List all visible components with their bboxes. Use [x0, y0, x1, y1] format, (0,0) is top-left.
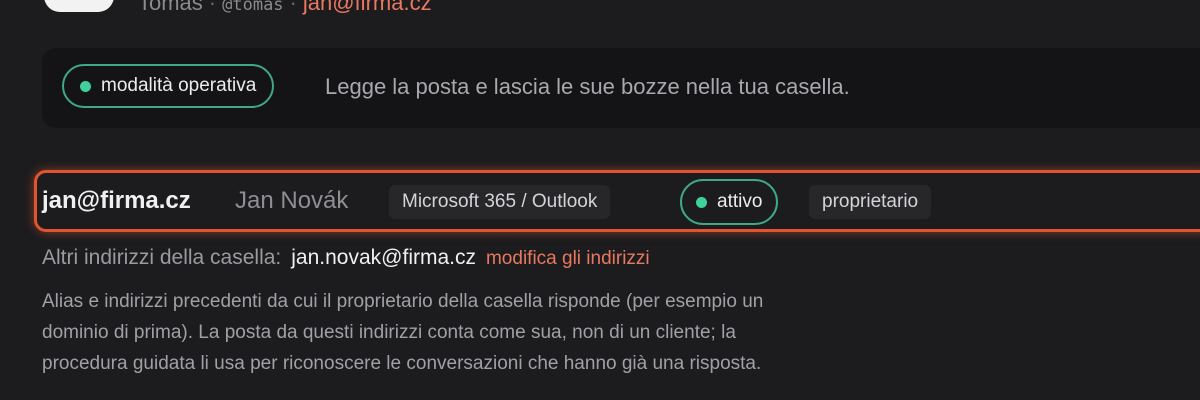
status-label: attivo — [717, 191, 763, 212]
profile-identity: Tomas · @tomas · jan@firma.cz — [138, 0, 432, 16]
provider-label: Microsoft 365 / Outlook — [402, 191, 598, 212]
mode-badge: modalità operativa — [62, 64, 275, 108]
provider-chip: Microsoft 365 / Outlook — [389, 185, 611, 219]
mailbox-email: jan@firma.cz — [42, 187, 191, 214]
aliases-label: Altri indirizzi della casella: — [42, 246, 282, 269]
status-dot-icon — [80, 80, 91, 92]
aliases-value: jan.novak@firma.cz — [291, 246, 476, 269]
separator: · — [208, 0, 217, 15]
mode-badge-label: modalità operativa — [101, 75, 257, 96]
role-label: proprietario — [822, 191, 919, 212]
status-badge: attivo — [680, 179, 779, 225]
avatar — [44, 0, 114, 12]
status-dot-icon — [696, 196, 707, 208]
mode-panel: modalità operativa Legge la posta e lasc… — [42, 48, 1200, 128]
edit-aliases-link[interactable]: modifica gli indirizzi — [486, 248, 650, 269]
profile-name: Tomas — [138, 0, 203, 15]
mailbox-owner-name: Jan Novák — [235, 187, 349, 214]
separator: · — [289, 0, 297, 15]
profile-handle: @tomas — [222, 0, 284, 15]
mailbox-row[interactable]: jan@firma.cz Jan Novák Microsoft 365 / O… — [34, 170, 1200, 232]
profile-email-link[interactable]: jan@firma.cz — [303, 0, 432, 15]
role-chip: proprietario — [809, 185, 932, 219]
mode-description: Legge la posta e lascia le sue bozze nel… — [325, 74, 850, 99]
aliases-help-text: Alias e indirizzi precedenti da cui il p… — [42, 291, 764, 374]
aliases-line: Altri indirizzi della casella: jan.novak@… — [42, 246, 650, 270]
